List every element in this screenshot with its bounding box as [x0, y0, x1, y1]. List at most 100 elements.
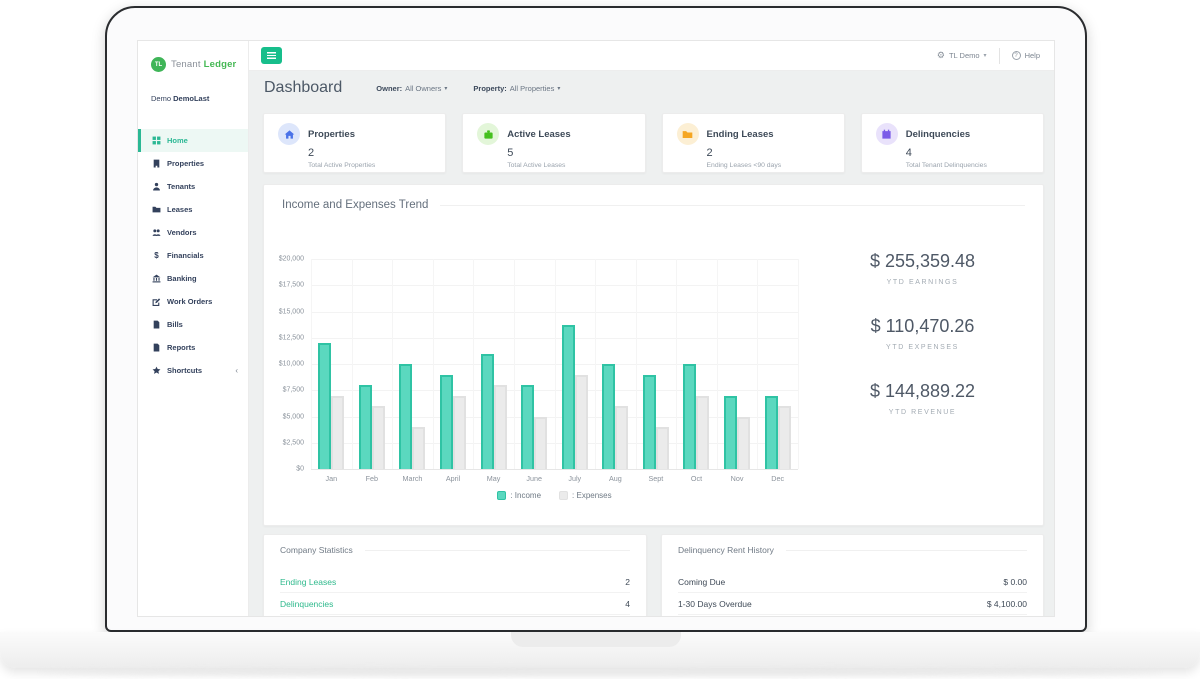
y-tick-label: $10,000: [264, 361, 304, 368]
sidebar-item-work-orders[interactable]: Work Orders: [138, 290, 248, 313]
stat-card-value: 2: [308, 147, 445, 159]
sidebar-item-properties[interactable]: Properties: [138, 152, 248, 175]
page-title: Dashboard: [264, 79, 342, 97]
sidebar-item-vendors[interactable]: Vendors: [138, 221, 248, 244]
brand-name-primary: Tenant: [171, 59, 201, 70]
stat-card-properties: Properties 2 Total Active Properties: [263, 113, 446, 173]
y-tick-label: $12,500: [264, 334, 304, 341]
bar-income: [683, 364, 696, 469]
bank-icon: [152, 274, 161, 283]
bar-group: [311, 259, 352, 469]
building-icon: [152, 159, 161, 168]
bar-group: [636, 259, 677, 469]
collapse-chevron-icon[interactable]: ‹: [235, 366, 238, 375]
delinquencies-link[interactable]: Delinquencies: [280, 599, 333, 609]
bar-group: [433, 259, 474, 469]
stat-card-header: Delinquencies: [876, 123, 1043, 145]
bar-group: [757, 259, 798, 469]
sidebar-item-tenants[interactable]: Tenants: [138, 175, 248, 198]
sidebar-item-home[interactable]: Home: [138, 129, 248, 152]
title-rule: [365, 550, 630, 551]
chart-x-axis: JanFebMarchAprilMayJuneJulyAugSeptOctNov…: [311, 474, 798, 483]
stat-cards-row: Properties 2 Total Active Properties Act…: [263, 113, 1044, 173]
laptop-hinge-notch: [511, 632, 681, 647]
legend-label: : Income: [510, 491, 541, 500]
stat-card-header: Properties: [278, 123, 445, 145]
stat-card-delinquencies: Delinquencies 4 Total Tenant Delinquenci…: [861, 113, 1044, 173]
home-icon: [278, 123, 300, 145]
bar-expenses: [331, 396, 344, 470]
laptop-mockup: TL Tenant Ledger Demo DemoLast Home Prop…: [0, 0, 1200, 679]
ytd-summary: $ 255,359.48 YTD EARNINGS $ 110,470.26 Y…: [820, 251, 1025, 416]
brand-logo[interactable]: TL Tenant Ledger: [138, 41, 248, 72]
sidebar-item-financials[interactable]: $ Financials: [138, 244, 248, 267]
stat-card-title: Active Leases: [507, 129, 570, 140]
sidebar-item-leases[interactable]: Leases: [138, 198, 248, 221]
x-axis-label: Nov: [717, 474, 758, 483]
owner-filter-dropdown[interactable]: Owner: All Owners ▾: [376, 84, 447, 93]
bar-expenses: [778, 406, 791, 469]
stat-card-title: Ending Leases: [707, 129, 774, 140]
table-row: Ending Leases 2: [280, 571, 630, 593]
account-menu-label: TL Demo: [949, 51, 980, 60]
row-label: 1-30 Days Overdue: [678, 599, 752, 609]
bar-group: [554, 259, 595, 469]
bar-income: [399, 364, 412, 469]
sidebar-item-label: Shortcuts: [167, 366, 202, 375]
x-axis-label: Sept: [636, 474, 677, 483]
topbar: ⚙ TL Demo ▾ ? Help: [249, 41, 1054, 71]
dashboard-grid-icon: [152, 136, 161, 145]
bar-income: [643, 375, 656, 470]
sidebar-toggle-button[interactable]: [261, 47, 282, 64]
x-axis-label: July: [554, 474, 595, 483]
bar-expenses: [412, 427, 425, 469]
stat-card-value: 2: [707, 147, 844, 159]
chart-card-header: Income and Expenses Trend: [282, 199, 1025, 211]
gridline: [311, 469, 798, 470]
sidebar-item-bills[interactable]: Bills: [138, 313, 248, 336]
ytd-revenue-label: YTD REVENUE: [820, 409, 1025, 416]
account-menu[interactable]: ⚙ TL Demo ▾: [937, 50, 987, 61]
help-menu[interactable]: ? Help: [1012, 51, 1040, 60]
app-window: TL Tenant Ledger Demo DemoLast Home Prop…: [137, 40, 1055, 617]
y-tick-label: $17,500: [264, 282, 304, 289]
ytd-revenue: $ 144,889.22 YTD REVENUE: [820, 381, 1025, 416]
sidebar-item-label: Bills: [167, 320, 183, 329]
sidebar-item-banking[interactable]: Banking: [138, 267, 248, 290]
y-tick-label: $15,000: [264, 308, 304, 315]
x-axis-label: June: [514, 474, 555, 483]
chevron-down-icon: ▾: [557, 85, 560, 92]
user-last-name: DemoLast: [173, 94, 209, 103]
sidebar-item-label: Work Orders: [167, 297, 212, 306]
sidebar-item-label: Tenants: [167, 182, 195, 191]
stat-card-title: Delinquencies: [906, 129, 970, 140]
bar-expenses: [737, 417, 750, 470]
folder-icon: [677, 123, 699, 145]
dollar-icon: $: [152, 251, 161, 260]
chevron-down-icon: ▾: [444, 85, 447, 92]
bar-expenses: [615, 406, 628, 469]
briefcase-icon: [477, 123, 499, 145]
row-value: 4: [625, 599, 630, 609]
star-icon: [152, 366, 161, 375]
ytd-expenses-value: $ 110,470.26: [820, 316, 1025, 337]
bar-expenses: [494, 385, 507, 469]
ending-leases-link[interactable]: Ending Leases: [280, 577, 336, 587]
bar-expenses: [372, 406, 385, 469]
bars-row: [311, 259, 798, 469]
stat-card-active-leases: Active Leases 5 Total Active Leases: [462, 113, 645, 173]
stat-card-value: 5: [507, 147, 644, 159]
table-row: Coming Due $ 0.00: [678, 571, 1027, 593]
stat-card-value: 4: [906, 147, 1043, 159]
owner-filter-value: All Owners: [405, 84, 441, 93]
property-filter-dropdown[interactable]: Property: All Properties ▾: [473, 84, 560, 93]
owner-filter-label: Owner:: [376, 84, 402, 93]
title-rule: [440, 205, 1025, 206]
sidebar-item-shortcuts[interactable]: Shortcuts ‹: [138, 359, 248, 382]
sidebar-item-reports[interactable]: Reports: [138, 336, 248, 359]
bar-group: [676, 259, 717, 469]
bar-income: [562, 325, 575, 469]
table-row: Delinquencies 4: [280, 593, 630, 615]
x-axis-label: May: [473, 474, 514, 483]
row-label: Coming Due: [678, 577, 725, 587]
